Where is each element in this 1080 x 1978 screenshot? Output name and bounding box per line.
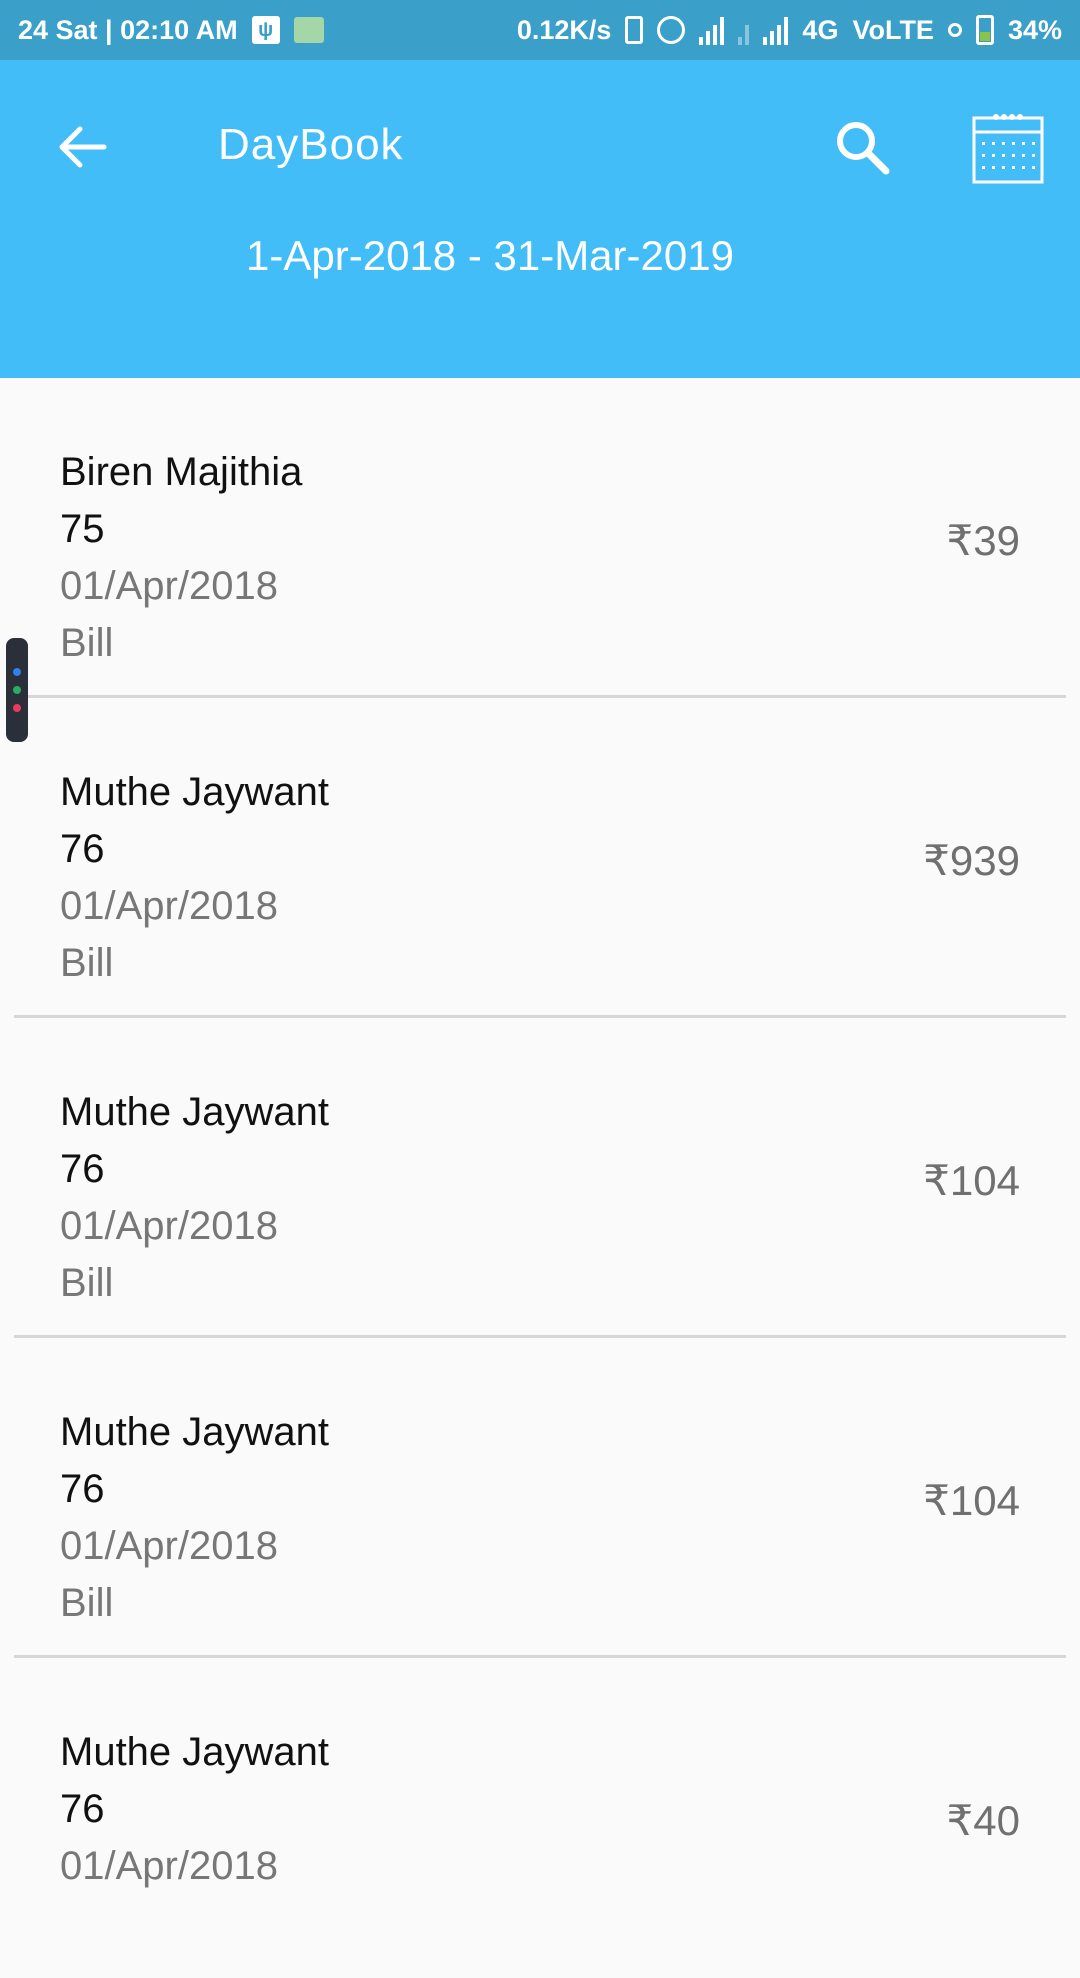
entry-type: Bill [60, 1261, 114, 1305]
entry-number: 76 [60, 1787, 105, 1831]
android-icon [293, 17, 324, 43]
signal-icon [699, 15, 725, 45]
daybook-list: Biren Majithia 75 01/Apr/2018 Bill ₹39 M… [0, 378, 1080, 1978]
usb-icon: ψ [251, 16, 280, 44]
entry-amount: ₹939 [923, 837, 1020, 884]
entry-party-name: Muthe Jaywant [60, 770, 330, 814]
entry-amount: ₹104 [923, 1157, 1020, 1204]
entry-amount: ₹40 [946, 1797, 1020, 1844]
floating-side-handle[interactable] [6, 638, 28, 742]
wifi-icon [657, 16, 686, 44]
green-dot-icon [13, 686, 21, 694]
entry-details: Muthe Jaywant 76 01/Apr/2018 Bill [60, 1084, 329, 1312]
list-item[interactable]: Muthe Jaywant 76 01/Apr/2018 ₹40 [14, 1658, 1066, 1978]
entry-date: 01/Apr/2018 [60, 564, 278, 608]
calendar-icon [972, 114, 1044, 184]
red-dot-icon [13, 704, 21, 712]
blue-dot-icon [13, 668, 21, 676]
network-type: 4G [802, 14, 839, 45]
entry-date: 01/Apr/2018 [60, 884, 278, 928]
list-item[interactable]: Muthe Jaywant 76 01/Apr/2018 Bill ₹104 [14, 1018, 1066, 1338]
entry-amount: ₹39 [946, 517, 1020, 564]
entry-details: Muthe Jaywant 76 01/Apr/2018 [60, 1724, 329, 1895]
page-title: DayBook [218, 120, 404, 169]
status-bar-left: 24 Sat | 02:10 AM ψ [18, 15, 324, 46]
entry-party-name: Biren Majithia [60, 450, 303, 494]
app-bar: DayBook 1-Apr-2018 - 31-Mar-2019 [0, 60, 1080, 378]
date-range[interactable]: 1-Apr-2018 - 31-Mar-2019 [0, 232, 980, 280]
search-button[interactable] [830, 115, 894, 179]
list-item[interactable]: Muthe Jaywant 76 01/Apr/2018 Bill ₹939 [14, 698, 1066, 1018]
list-item[interactable]: Biren Majithia 75 01/Apr/2018 Bill ₹39 [14, 378, 1066, 698]
entry-date: 01/Apr/2018 [60, 1844, 278, 1888]
entry-type: Bill [60, 1581, 114, 1625]
volte-label: VoLTE [852, 14, 934, 45]
entry-details: Biren Majithia 75 01/Apr/2018 Bill [60, 444, 302, 672]
list-item[interactable]: Muthe Jaywant 76 01/Apr/2018 Bill ₹104 [14, 1338, 1066, 1658]
phone-icon [625, 16, 644, 44]
signal-icon [763, 15, 789, 45]
entry-number: 75 [60, 507, 105, 551]
battery-icon [975, 15, 994, 45]
entry-number: 76 [60, 1467, 105, 1511]
location-icon [947, 23, 962, 37]
status-date-time: 24 Sat | 02:10 AM [18, 14, 238, 45]
network-speed: 0.12K/s [516, 14, 612, 45]
entry-party-name: Muthe Jaywant [60, 1090, 330, 1134]
entry-details: Muthe Jaywant 76 01/Apr/2018 Bill [60, 1404, 329, 1632]
signal-icon [738, 15, 750, 45]
entry-number: 76 [60, 1147, 105, 1191]
entry-details: Muthe Jaywant 76 01/Apr/2018 Bill [60, 764, 329, 992]
status-bar-right: 0.12K/s 4G VoLTE 34% [517, 15, 1062, 46]
status-bar: 24 Sat | 02:10 AM ψ 0.12K/s 4G VoLTE 34% [0, 0, 1080, 60]
back-button[interactable] [52, 115, 116, 179]
search-icon [837, 122, 890, 175]
battery-percent: 34% [1007, 14, 1062, 45]
calendar-button[interactable] [968, 108, 1048, 188]
entry-date: 01/Apr/2018 [60, 1524, 278, 1568]
entry-amount: ₹104 [923, 1477, 1020, 1524]
entry-type: Bill [60, 621, 114, 665]
entry-party-name: Muthe Jaywant [60, 1730, 330, 1774]
entry-number: 76 [60, 827, 105, 871]
entry-date: 01/Apr/2018 [60, 1204, 278, 1248]
back-arrow-icon [59, 126, 107, 168]
entry-party-name: Muthe Jaywant [60, 1410, 330, 1454]
entry-type: Bill [60, 941, 114, 985]
